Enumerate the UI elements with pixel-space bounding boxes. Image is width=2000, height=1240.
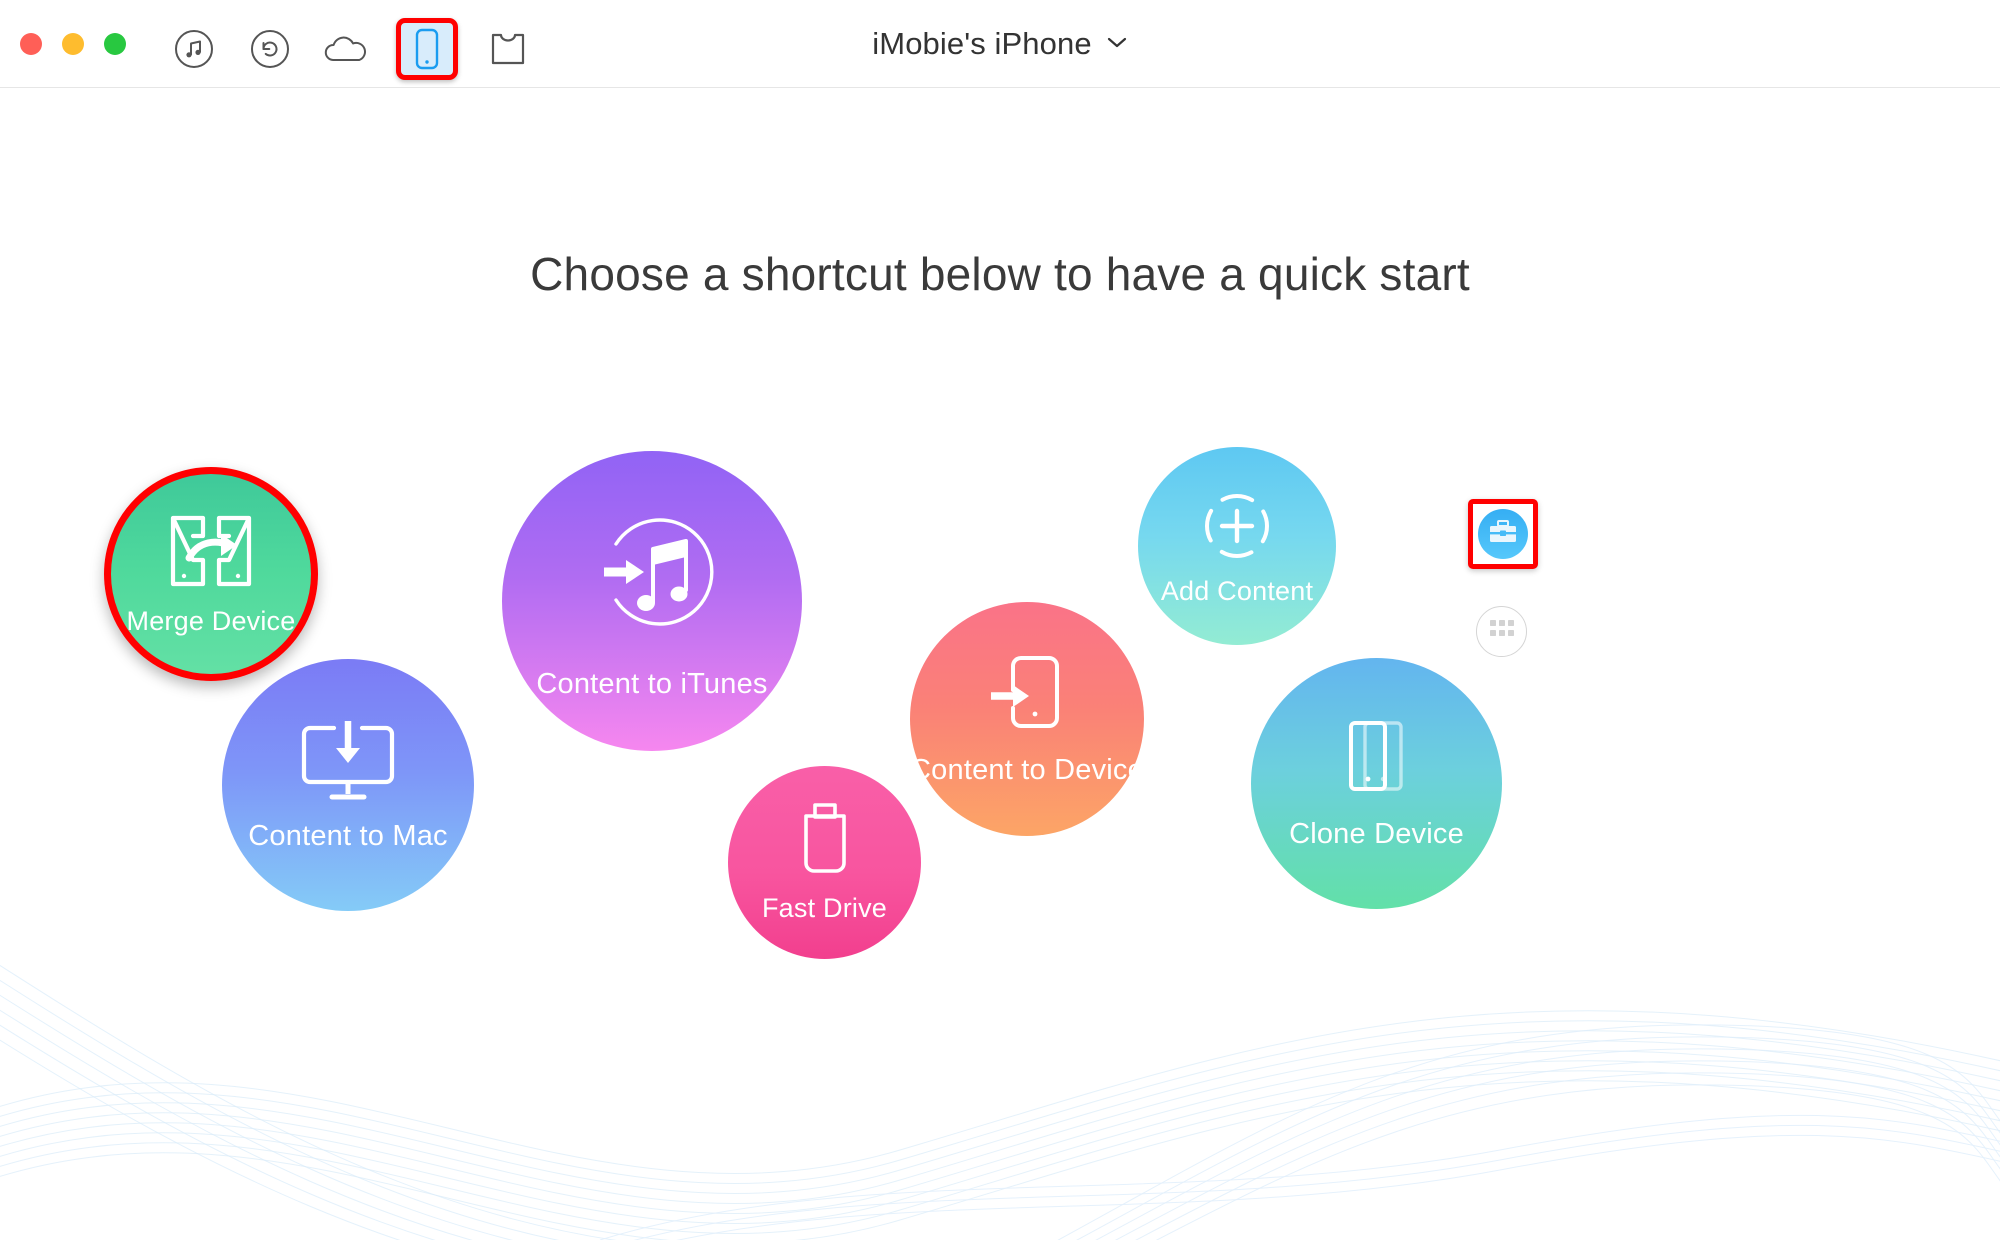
shortcut-label: Content to iTunes bbox=[536, 667, 768, 700]
more-apps-button[interactable] bbox=[1476, 606, 1527, 657]
titlebar: iMobie's iPhone bbox=[0, 0, 2000, 88]
shortcut-content-to-itunes[interactable]: Content to iTunes bbox=[502, 451, 802, 751]
cloud-icon bbox=[323, 32, 369, 66]
itunes-library-tab[interactable] bbox=[168, 23, 220, 75]
restore-circle-icon bbox=[249, 28, 291, 70]
toolbox-briefcase-icon bbox=[1488, 519, 1518, 550]
music-note-circle-icon bbox=[173, 28, 215, 70]
traffic-lights bbox=[20, 33, 126, 55]
two-overlapping-phones-icon bbox=[1337, 716, 1417, 800]
page-title: Choose a shortcut below to have a quick … bbox=[530, 248, 1470, 300]
device-name-label: iMobie's iPhone bbox=[872, 26, 1092, 61]
ringtone-tshirt-tab[interactable] bbox=[482, 23, 534, 75]
shortcut-merge-device[interactable]: Merge Device bbox=[104, 467, 318, 681]
zoom-window-button[interactable] bbox=[104, 33, 126, 55]
shortcut-content-to-device[interactable]: Content to Device bbox=[910, 602, 1144, 836]
app-window: iMobie's iPhone Choose a shortcut below … bbox=[0, 0, 2000, 1240]
toolbar bbox=[168, 18, 534, 80]
tshirt-icon bbox=[487, 29, 529, 69]
monitor-download-icon bbox=[296, 718, 400, 806]
device-manager-tab[interactable] bbox=[396, 18, 458, 80]
toolbox-button[interactable] bbox=[1478, 509, 1528, 559]
shortcut-content-to-mac[interactable]: Content to Mac bbox=[222, 659, 474, 911]
icloud-tab[interactable] bbox=[320, 23, 372, 75]
shortcut-fast-drive[interactable]: Fast Drive bbox=[728, 766, 921, 959]
two-phones-arrow-icon bbox=[163, 512, 259, 596]
phone-arrow-in-icon bbox=[987, 652, 1067, 736]
shortcut-clone-device[interactable]: Clone Device bbox=[1251, 658, 1502, 909]
shortcut-label: Clone Device bbox=[1289, 818, 1464, 850]
shortcut-label: Add Content bbox=[1160, 575, 1314, 606]
shortcut-label: Fast Drive bbox=[761, 893, 888, 923]
usb-drive-icon bbox=[794, 801, 856, 879]
shortcut-add-content[interactable]: Add Content bbox=[1138, 447, 1336, 645]
grid-apps-icon bbox=[1489, 620, 1514, 643]
shortcut-label: Content to Mac bbox=[248, 819, 448, 852]
music-note-ring-arrow-icon bbox=[582, 502, 722, 642]
toolbox-button-highlight bbox=[1468, 499, 1538, 569]
shortcut-label: Content to Device bbox=[910, 753, 1144, 786]
chevron-down-icon[interactable] bbox=[1106, 35, 1128, 54]
device-phone-icon bbox=[412, 27, 442, 71]
minimize-window-button[interactable] bbox=[62, 33, 84, 55]
backup-restore-tab[interactable] bbox=[244, 23, 296, 75]
content-area: Choose a shortcut below to have a quick … bbox=[0, 89, 2000, 1240]
shortcut-label: Merge Device bbox=[126, 605, 296, 636]
dashed-circle-plus-icon bbox=[1197, 486, 1277, 566]
close-window-button[interactable] bbox=[20, 33, 42, 55]
